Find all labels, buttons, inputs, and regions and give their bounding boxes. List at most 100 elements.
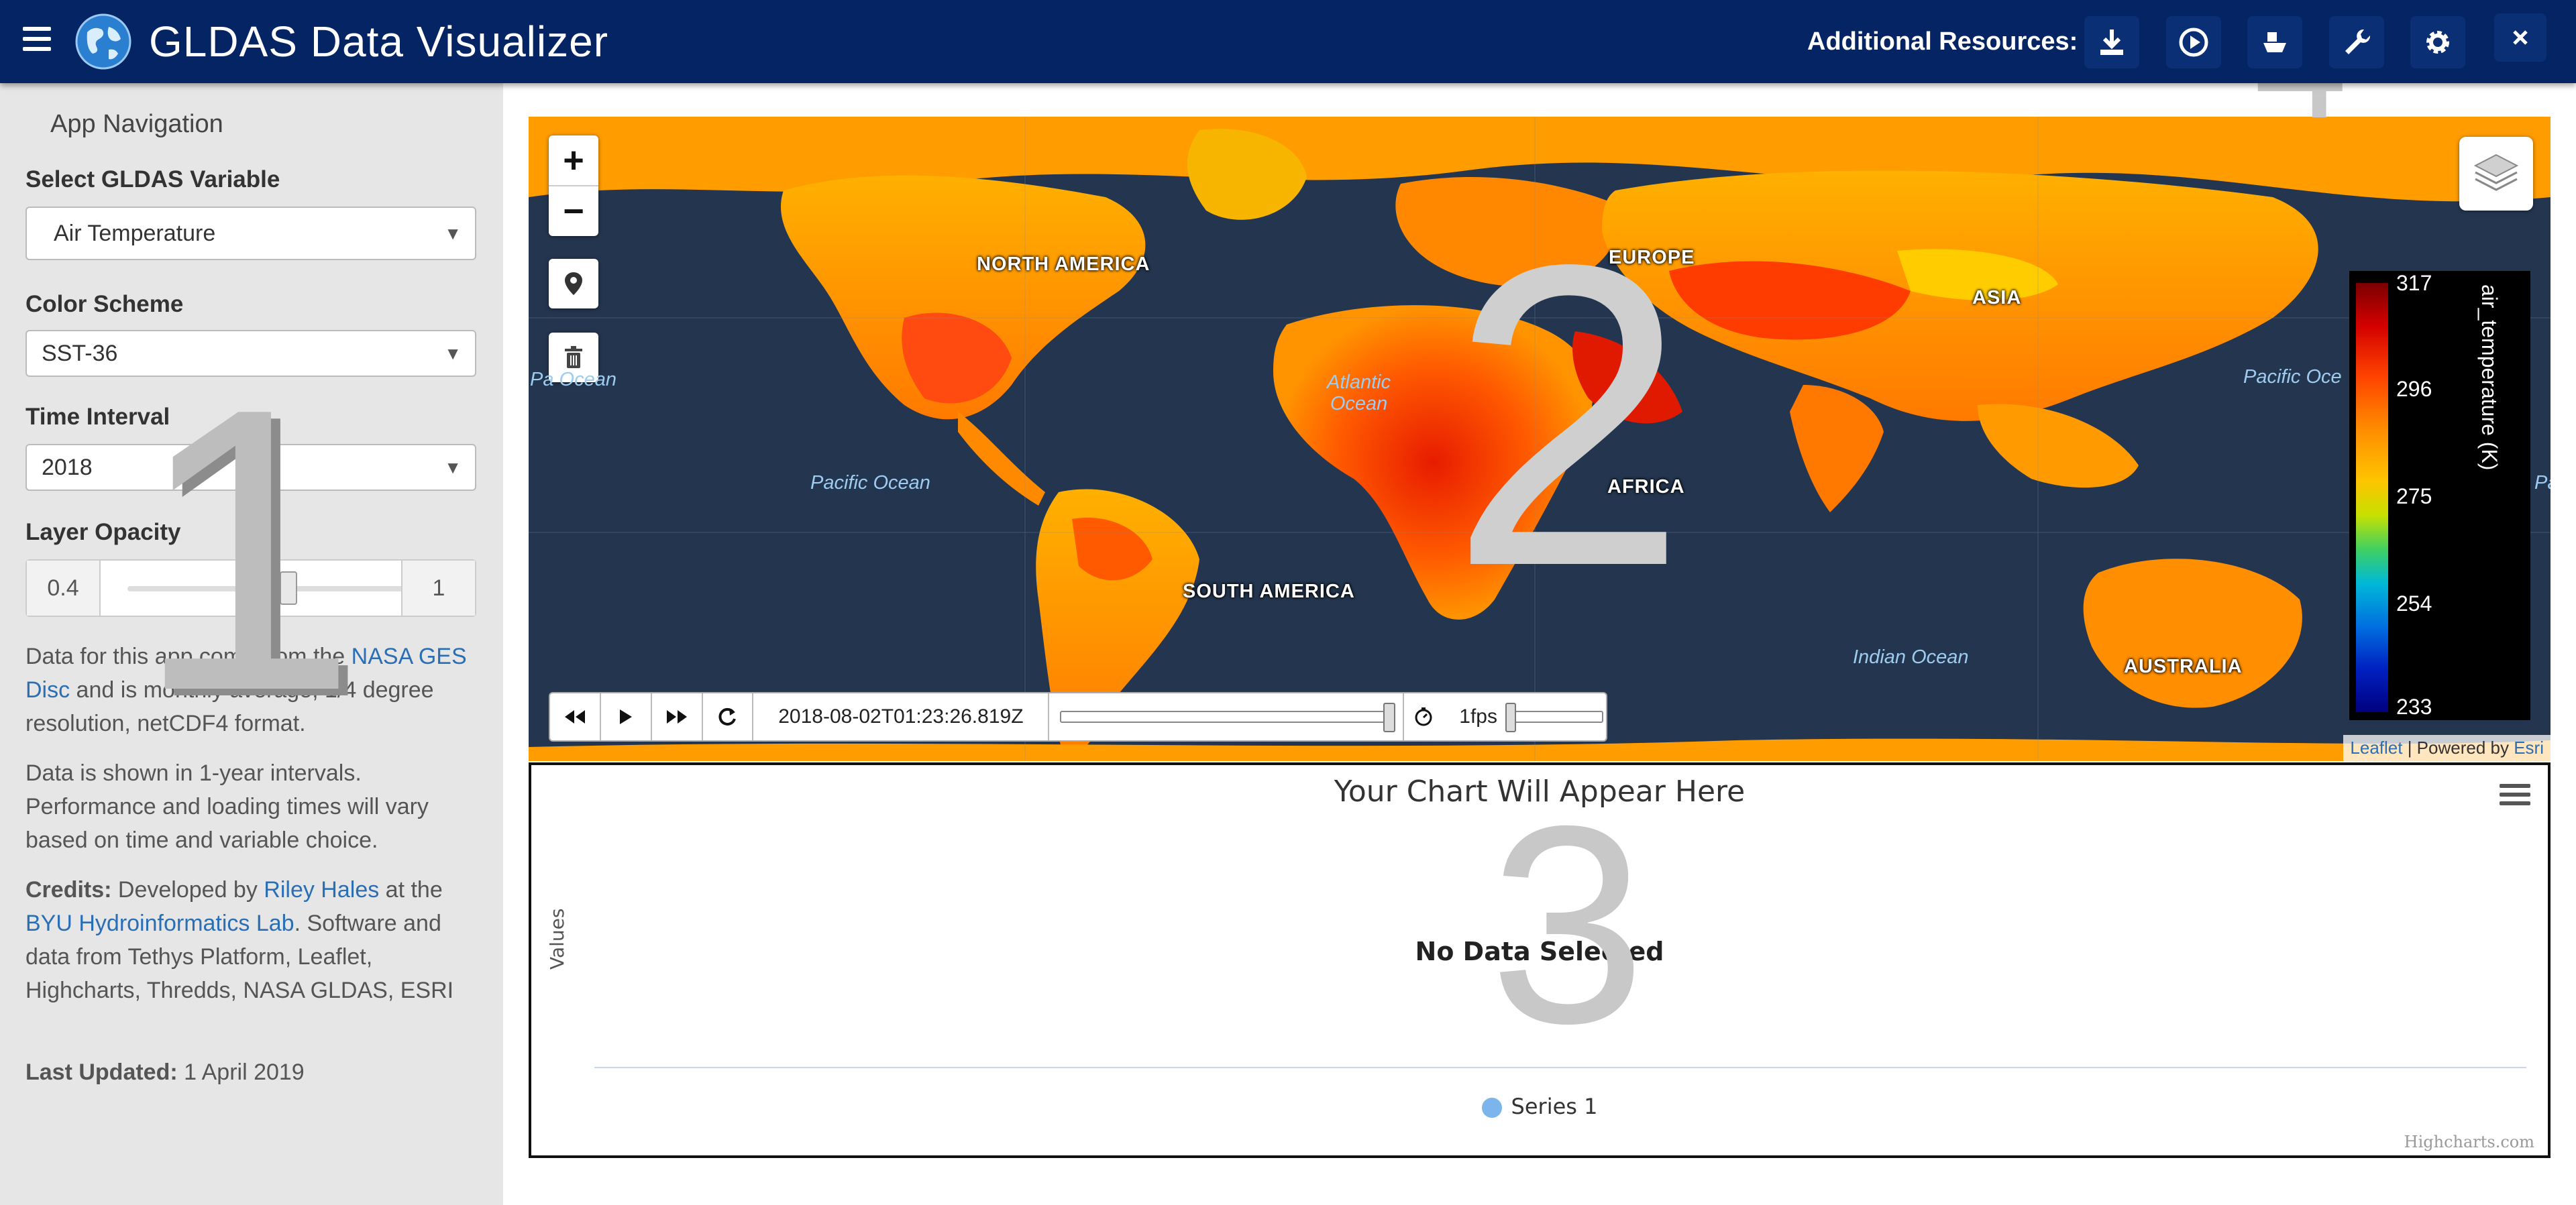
- legend-tick-317: 317: [2396, 271, 2432, 295]
- boat-button[interactable]: [2247, 16, 2302, 68]
- last-updated-paragraph: Last Updated: 1 April 2019: [25, 1055, 488, 1089]
- zoom-control: + −: [549, 135, 598, 236]
- label-africa: AFRICA: [1607, 476, 1685, 498]
- dropdown-caret-icon: ▼: [444, 457, 462, 477]
- time-dimension-control: 2018-08-02T01:23:26.819Z 1fps: [549, 692, 1607, 742]
- label-north-america: NORTH AMERICA: [977, 253, 1150, 275]
- tools-button[interactable]: [2329, 16, 2384, 68]
- time-slider-thumb[interactable]: [1383, 703, 1396, 732]
- color-scheme-label: Color Scheme: [25, 291, 184, 317]
- credits-text: Developed by: [111, 877, 264, 903]
- label-pacific-ocean-right: Pacific Oce: [2243, 366, 2342, 388]
- label-pacific-ocean-edge: Pa: [2534, 472, 2551, 494]
- trash-icon: [565, 346, 582, 368]
- layers-icon: [2473, 154, 2519, 191]
- time-interval-select[interactable]: 2018 ▼: [25, 444, 476, 491]
- map-view[interactable]: + − NORTH AMERICA EUROPE ASIA AFRICA SOU…: [529, 117, 2551, 761]
- variable-select[interactable]: Air Temperature ▼: [25, 207, 476, 260]
- current-time-display: 2018-08-02T01:23:26.819Z: [753, 693, 1050, 740]
- close-icon: [2513, 30, 2528, 45]
- color-scheme-select[interactable]: SST-36 ▼: [25, 330, 476, 377]
- data-source-text-2: and is monthly average, 1/4 degree resol…: [25, 677, 434, 736]
- label-europe: EUROPE: [1609, 247, 1695, 268]
- fps-label: 1fps: [1459, 705, 1497, 728]
- color-legend: 317 296 275 254 233 air_temperature (K): [2349, 271, 2530, 720]
- time-slider-track: [1060, 711, 1396, 723]
- zoom-in-button[interactable]: +: [549, 135, 598, 186]
- gear-icon: [2426, 31, 2449, 54]
- label-indian-ocean: Indian Ocean: [1853, 646, 1969, 668]
- stopwatch-icon: [1415, 707, 1432, 726]
- opacity-slider-thumb[interactable]: [280, 571, 297, 605]
- forward-icon: [666, 710, 687, 724]
- leaflet-link[interactable]: Leaflet: [2350, 738, 2402, 758]
- highcharts-credit-link[interactable]: Highcharts.com: [2404, 1133, 2534, 1151]
- step-backward-button[interactable]: [550, 693, 601, 740]
- play-resource-button[interactable]: [2166, 16, 2221, 68]
- settings-button[interactable]: [2410, 16, 2465, 68]
- backward-icon: [564, 710, 585, 724]
- time-interval-select-value: 2018: [42, 455, 93, 480]
- label-south-america: SOUTH AMERICA: [1183, 581, 1355, 602]
- legend-tick-254: 254: [2396, 591, 2432, 616]
- chart-legend-item[interactable]: Series 1: [531, 1094, 2548, 1119]
- dropdown-caret-icon: ▼: [444, 223, 462, 243]
- play-circle-icon: [2179, 27, 2208, 57]
- layers-control-button[interactable]: [2459, 137, 2533, 211]
- credits-text-2: at the: [379, 877, 443, 903]
- label-atlantic-ocean: Atlantic Ocean: [1327, 371, 1391, 414]
- refresh-icon: [718, 707, 737, 726]
- menu-toggle-icon[interactable]: [23, 27, 51, 54]
- download-icon: [2100, 30, 2123, 55]
- map-marker-icon: [565, 272, 582, 295]
- opacity-min-label: 0.4: [27, 561, 101, 616]
- app-title: GLDAS Data Visualizer: [149, 17, 608, 66]
- loop-button[interactable]: [703, 693, 754, 740]
- temperature-map-image: [529, 117, 2551, 761]
- fps-slider[interactable]: [1505, 693, 1606, 740]
- step-forward-button[interactable]: [652, 693, 703, 740]
- color-scheme-select-value: SST-36: [42, 341, 118, 366]
- credits-paragraph: Credits: Developed by Riley Hales at the…: [25, 873, 488, 1007]
- time-slider[interactable]: [1049, 693, 1405, 740]
- legend-tick-233: 233: [2396, 695, 2432, 719]
- attribution-text: | Powered by: [2402, 738, 2514, 758]
- sidebar: App Navigation Select GLDAS Variable Air…: [0, 83, 503, 1205]
- wrench-icon: [2345, 29, 2371, 54]
- chart-container: Your Chart Will Appear Here Values No Da…: [529, 762, 2551, 1158]
- zoom-out-button[interactable]: −: [549, 186, 598, 236]
- legend-color-bar: [2356, 283, 2388, 712]
- legend-tick-275: 275: [2396, 484, 2432, 508]
- boat-icon: [2263, 32, 2286, 52]
- dropdown-caret-icon: ▼: [444, 343, 462, 363]
- close-button[interactable]: [2494, 13, 2546, 62]
- last-updated-value: 1 April 2019: [177, 1059, 305, 1085]
- draw-marker-button[interactable]: [549, 259, 598, 308]
- chart-context-menu-icon[interactable]: [2500, 784, 2530, 808]
- speed-control: 1fps: [1404, 693, 1606, 740]
- chart-x-axis-line: [594, 1067, 2526, 1068]
- chart-title: Your Chart Will Appear Here: [1334, 774, 1746, 809]
- download-button[interactable]: [2084, 16, 2139, 68]
- app-navigation-header: App Navigation: [50, 110, 223, 138]
- play-icon: [619, 709, 632, 724]
- opacity-max-label: 1: [401, 561, 475, 616]
- label-pacific-ocean-left: Pa Ocean: [530, 369, 616, 390]
- variable-label: Select GLDAS Variable: [25, 166, 280, 192]
- label-australia: AUSTRALIA: [2124, 656, 2243, 677]
- time-interval-label: Time Interval: [25, 404, 170, 430]
- fps-slider-thumb[interactable]: [1505, 703, 1516, 732]
- chart-legend-label: Series 1: [1511, 1094, 1598, 1119]
- legend-title: air_temperature (K): [2477, 284, 2502, 471]
- play-button[interactable]: [601, 693, 652, 740]
- interval-info-paragraph: Data is shown in 1-year intervals. Perfo…: [25, 760, 429, 853]
- credits-label: Credits:: [25, 877, 112, 903]
- data-source-paragraph: Data for this app come from the NASA GES…: [25, 640, 488, 740]
- legend-tick-296: 296: [2396, 377, 2432, 401]
- fps-slider-track: [1505, 711, 1603, 723]
- last-updated-label: Last Updated:: [25, 1059, 178, 1085]
- riley-hales-link[interactable]: Riley Hales: [264, 877, 379, 903]
- byu-hydroinformatics-link[interactable]: BYU Hydroinformatics Lab: [25, 911, 294, 936]
- additional-resources-label: Additional Resources:: [1807, 27, 2078, 56]
- esri-link[interactable]: Esri: [2514, 738, 2544, 758]
